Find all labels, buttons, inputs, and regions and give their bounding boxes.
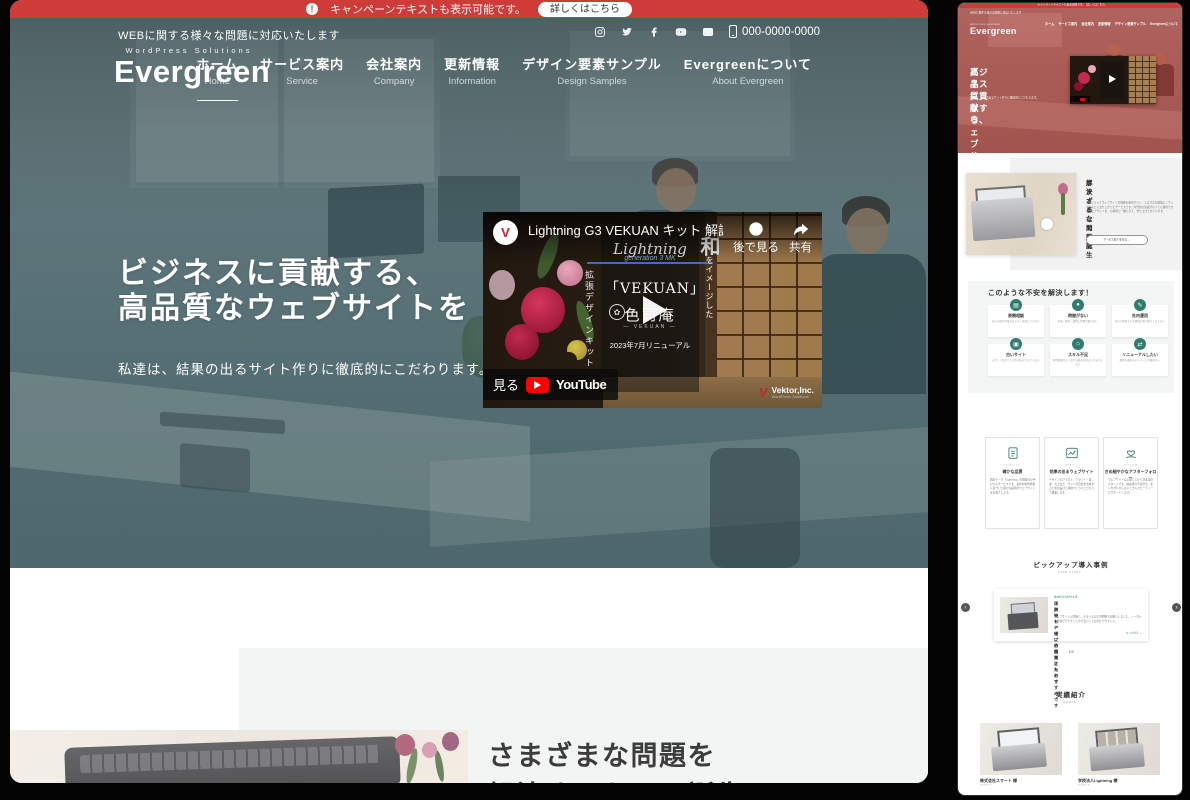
- play-button[interactable]: [643, 296, 667, 324]
- thumb-brand-sub: — VEKUAN —: [605, 324, 695, 330]
- campaign-details-button[interactable]: 詳しくはこちら: [538, 2, 632, 17]
- carousel-prev-button[interactable]: ‹: [961, 603, 970, 612]
- thumb-vekuan-text: 「VEKUAN」: [605, 278, 695, 298]
- video-title[interactable]: Lightning G3 VEKUAN キット 解説: [528, 220, 723, 264]
- instagram-icon[interactable]: [594, 25, 607, 38]
- nav-item-design-samples[interactable]: デザイン要素サンプル Design Samples: [522, 54, 662, 101]
- share-arrow-icon: [793, 221, 809, 237]
- hero-title: ビジネスに貢献する、 高品質なウェブサイトを: [118, 256, 470, 326]
- mini-work-item[interactable]: 株式会社スマート 様 WEBSITE: [980, 723, 1062, 790]
- mini-video-thumbnail: [1070, 56, 1156, 104]
- intro-section: さまざまな問題を 解決するために誕生: [10, 568, 928, 783]
- user-icon: ●: [1072, 299, 1084, 311]
- mini-laptop-photo: [966, 173, 1076, 255]
- mini-feature-card: RESULT 効果の出るウェブサイト デザインだけでなく、ブランド・集客・売上な…: [1044, 437, 1099, 529]
- video-header: V Lightning G3 VEKUAN キット 解説 後で見る 共有: [483, 212, 822, 264]
- refresh-icon: ⇄: [1134, 338, 1146, 350]
- mini-worry-card: ● 時間がない 企画・制作・運用に時間が取れない: [1050, 305, 1106, 337]
- mini-work-item[interactable]: 学校法人Lightning 様 WEBSITE: [1078, 723, 1160, 790]
- mini-feature-card: QUALITY 確かな品質 国産テーマ「Lightning」の開発元が手がけるサ…: [985, 437, 1040, 529]
- document-icon: ▤: [1010, 299, 1022, 311]
- facebook-icon[interactable]: [648, 25, 661, 38]
- chart-icon: [1045, 446, 1098, 463]
- youtube-embed[interactable]: Lightning generation 3 MK 「VEKUAN」 ✿ 色司庵…: [483, 212, 822, 408]
- mail-icon[interactable]: [702, 25, 715, 38]
- watch-on-youtube-button[interactable]: 見る YouTube: [483, 369, 618, 400]
- mini-carousel-pagination: 1/5: [958, 649, 1183, 654]
- edit-icon: ✎: [1134, 299, 1146, 311]
- mini-pickup-subheading: CASE STUDY: [967, 571, 1173, 574]
- clock-icon: [748, 221, 764, 237]
- mini-case-client: 株式会社Lightning 様: [1054, 595, 1144, 599]
- mini-hero-section: WEBに関する様々な問題に対応いたします WordPress Solutions…: [958, 8, 1183, 153]
- mini-worry-card: ⌂ スキル不足 専門知識がなく何から始めればよいか分からない: [1050, 344, 1106, 376]
- mini-case-study-card[interactable]: 株式会社Lightning 様 印刷物も一緒に依頼できたので スタートアップの企…: [994, 589, 1148, 641]
- laptop-flowers-photo: [10, 730, 468, 783]
- vektor-logo: V: [759, 385, 768, 400]
- browser-viewport: ! キャンペーンテキストも表示可能です。 詳しくはこちら WEBに関する様々な問…: [10, 0, 928, 783]
- watch-later-button[interactable]: 後で見る: [733, 221, 779, 264]
- hero-subtitle: 私達は、結果の出るサイト作りに徹底的にこだわります。: [118, 358, 493, 378]
- mini-worries-heading: このような不安を解決します！: [988, 288, 1093, 298]
- nav-item-about[interactable]: Evergreenについて About Evergreen: [684, 54, 812, 101]
- mini-works-subheading: WORKS: [967, 701, 1173, 704]
- phone-number: 000-0000-0000: [742, 26, 820, 38]
- info-icon: !: [306, 3, 318, 15]
- youtube-icon[interactable]: [675, 25, 688, 38]
- smartphone-icon: [729, 25, 737, 38]
- nav-item-company[interactable]: 会社案内 Company: [366, 54, 422, 101]
- mini-more-link: もっと見る →: [1054, 631, 1142, 635]
- header-tagline: WEBに関する様々な問題に対応いたします: [118, 27, 340, 43]
- mini-tagline: WEBに関する様々な問題に対応いたします: [970, 11, 1130, 15]
- hero-section: WEBに関する様々な問題に対応いたします: [10, 18, 928, 568]
- mini-service-button: サービス紹介を見る →: [1086, 235, 1148, 245]
- thumb-renewal-text: 2023年7月リニューアル: [603, 340, 697, 351]
- thumb-vertical-left: 拡張デザインキット: [583, 270, 596, 369]
- screenshot-stage: ! キャンペーンテキストも表示可能です。 詳しくはこちら WEBに関する様々な問…: [0, 0, 1190, 800]
- fullpage-preview[interactable]: キャンペーンテキストも表示可能です。 詳しくはこちら WEBに関する様々な問題に…: [957, 2, 1183, 796]
- header-social-row: 000-0000-0000: [594, 25, 820, 38]
- vektor-credit: V Vektor,Inc. WordPress Solutions: [759, 385, 814, 400]
- campaign-bar: ! キャンペーンテキストも表示可能です。 詳しくはこちら: [10, 0, 928, 18]
- intro-heading: さまざまな問題を 解決するために誕生: [488, 736, 745, 783]
- mini-worry-card: ✎ 社内運用 自分で更新できる体制に切り替えていきたい: [1112, 305, 1168, 337]
- share-button[interactable]: 共有: [789, 221, 812, 264]
- hand-heart-icon: [1104, 446, 1157, 463]
- carousel-next-button[interactable]: ›: [1172, 603, 1181, 612]
- channel-avatar[interactable]: V: [493, 220, 518, 245]
- mini-case-body: ウェブサイトと同時に、チラシなどの印刷物もお願いしました。トータルの相談ができま…: [1054, 615, 1142, 624]
- monitor-icon: ▣: [1010, 338, 1022, 350]
- mini-feature-card: FOLLOW きめ細やかなアフターフォロー ウェブサイトは公開してからが本当のス…: [1103, 437, 1158, 529]
- twitter-icon[interactable]: [621, 25, 634, 38]
- campaign-text: キャンペーンテキストも表示可能です。: [330, 1, 526, 17]
- nav-item-home[interactable]: ホーム Home: [197, 54, 239, 101]
- home-icon: ⌂: [1072, 338, 1084, 350]
- phone-link[interactable]: 000-0000-0000: [729, 25, 820, 38]
- youtube-logo: [526, 377, 549, 393]
- mini-work-photo: [980, 723, 1062, 775]
- mini-case-photo: [1000, 597, 1048, 633]
- main-navigation: ホーム Home サービス案内 Service 会社案内 Company 更新情…: [197, 54, 813, 101]
- mini-pickup-heading: ピックアップ導入事例: [958, 559, 1183, 569]
- nav-item-information[interactable]: 更新情報 Information: [444, 54, 500, 101]
- mini-works-heading: 実績紹介: [958, 689, 1183, 699]
- mini-work-photo: [1078, 723, 1160, 775]
- mini-intro-body: 企業にとってウェブサイトの問題を解決すべく、さまざまな経験とノウハウをもとに立ち…: [1086, 201, 1174, 214]
- mini-worry-card: ▣ 古いサイト デザインが古くスマホ対応もできていない: [988, 344, 1044, 376]
- mini-worry-card: ▤ 原稿相談 自社の魅力や強みをうまく文章にできない: [988, 305, 1044, 337]
- mini-worry-card: ⇄ リニューアルしたい 費用や進め方のイメージが掴めない: [1112, 344, 1168, 376]
- mini-logo: WordPress Solutions Evergreen: [970, 20, 1045, 36]
- nav-item-service[interactable]: サービス案内 Service: [260, 54, 344, 101]
- mini-navigation: ホームサービス案内 会社案内更新情報 デザイン要素サンプルEvergreenにつ…: [1043, 22, 1178, 27]
- document-check-icon: [986, 446, 1039, 463]
